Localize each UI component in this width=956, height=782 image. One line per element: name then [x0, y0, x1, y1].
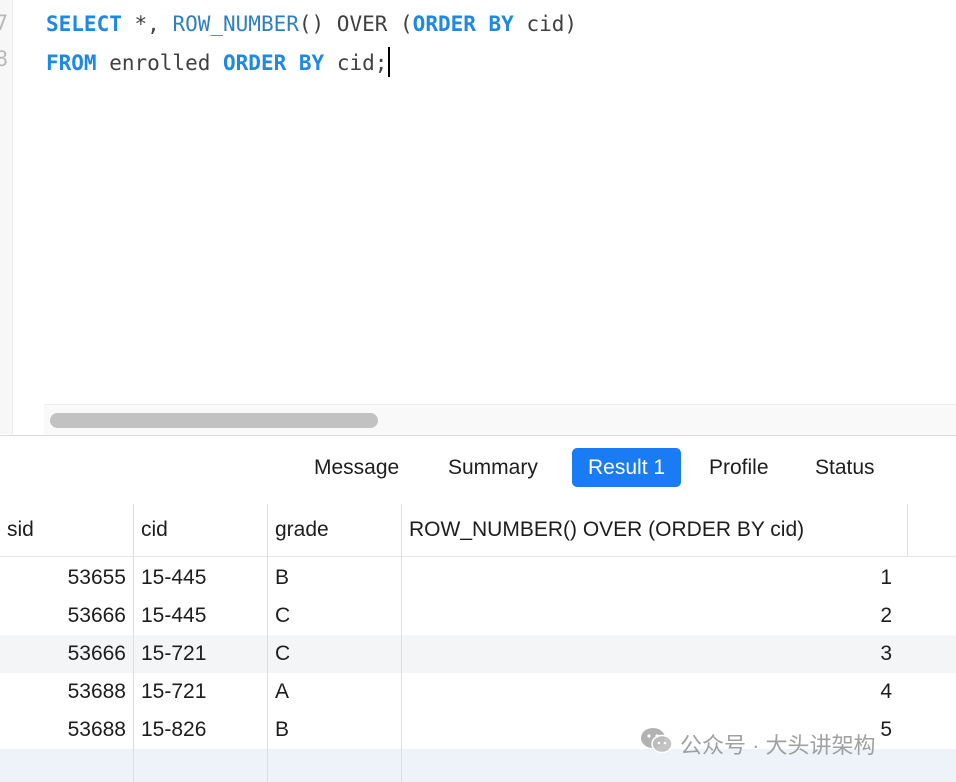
cell-sid[interactable]: 53688	[0, 711, 134, 749]
cell-cid[interactable]: 15-721	[134, 673, 268, 711]
table-row[interactable]: 53666 15-445 C 2	[0, 597, 956, 635]
cell-cid[interactable]: 15-445	[134, 597, 268, 635]
cell-row-number[interactable]: 3	[402, 635, 900, 673]
sql-text: cid)	[513, 12, 578, 36]
column-divider	[401, 556, 402, 782]
column-header-row-number[interactable]: ROW_NUMBER() OVER (ORDER BY cid)	[402, 504, 908, 556]
sql-keyword: ORDER BY	[412, 12, 514, 36]
cell-grade[interactable]: B	[268, 559, 402, 597]
table-row[interactable]: 53666 15-721 C 3	[0, 635, 956, 673]
text-cursor	[388, 47, 391, 77]
cell-grade[interactable]: C	[268, 635, 402, 673]
tab-message[interactable]: Message	[298, 448, 415, 487]
cell-sid[interactable]: 53666	[0, 597, 134, 635]
cell-sid[interactable]: 53666	[0, 635, 134, 673]
column-divider	[267, 556, 268, 782]
tab-summary[interactable]: Summary	[432, 448, 554, 487]
column-header-cid[interactable]: cid	[134, 504, 268, 556]
cell-sid[interactable]: 53688	[0, 673, 134, 711]
column-divider	[133, 556, 134, 782]
cell-cid[interactable]: 15-445	[134, 559, 268, 597]
tab-status[interactable]: Status	[799, 448, 891, 487]
cell-row-number[interactable]: 2	[402, 597, 900, 635]
sql-editor[interactable]: 7 8 SELECT *, ROW_NUMBER() OVER (ORDER B…	[0, 0, 956, 435]
wechat-icon	[640, 726, 674, 762]
sql-text: () OVER (	[298, 12, 413, 36]
table-row[interactable]: 53688 15-721 A 4	[0, 673, 956, 711]
line-number: 7	[0, 11, 8, 35]
cell-grade[interactable]: B	[268, 711, 402, 749]
watermark: 公众号 · 大头讲架构	[640, 726, 876, 762]
cell-cid[interactable]: 15-721	[134, 635, 268, 673]
sql-text: *,	[121, 12, 173, 36]
column-header-grade[interactable]: grade	[268, 504, 402, 556]
grid-header: sid cid grade ROW_NUMBER() OVER (ORDER B…	[0, 504, 956, 557]
table-row[interactable]: 53655 15-445 B 1	[0, 559, 956, 597]
cell-grade[interactable]: A	[268, 673, 402, 711]
cell-row-number[interactable]: 1	[402, 559, 900, 597]
tab-profile[interactable]: Profile	[693, 448, 785, 487]
scrollbar-thumb[interactable]	[50, 413, 378, 428]
result-tabbar: Message Summary Result 1 Profile Status	[0, 435, 956, 505]
line-number: 8	[0, 47, 8, 71]
sql-function: ROW_NUMBER	[172, 12, 299, 36]
sql-text: cid;	[324, 51, 388, 75]
cell-grade[interactable]: C	[268, 597, 402, 635]
code-line-1[interactable]: SELECT *, ROW_NUMBER() OVER (ORDER BY ci…	[46, 11, 577, 37]
horizontal-scrollbar[interactable]	[44, 404, 956, 435]
tab-result-1[interactable]: Result 1	[572, 448, 682, 487]
cell-row-number[interactable]: 4	[402, 673, 900, 711]
line-number-gutter: 7 8	[0, 0, 13, 434]
sql-keyword: ORDER BY	[223, 51, 325, 75]
sql-keyword: FROM	[46, 51, 97, 75]
sql-text: enrolled	[96, 51, 224, 75]
cell-sid[interactable]: 53655	[0, 559, 134, 597]
sql-keyword: SELECT	[46, 12, 122, 36]
watermark-text: 公众号 · 大头讲架构	[680, 733, 876, 758]
cell-cid[interactable]: 15-826	[134, 711, 268, 749]
column-header-sid[interactable]: sid	[0, 504, 134, 556]
code-line-2[interactable]: FROM enrolled ORDER BY cid;	[46, 47, 391, 77]
